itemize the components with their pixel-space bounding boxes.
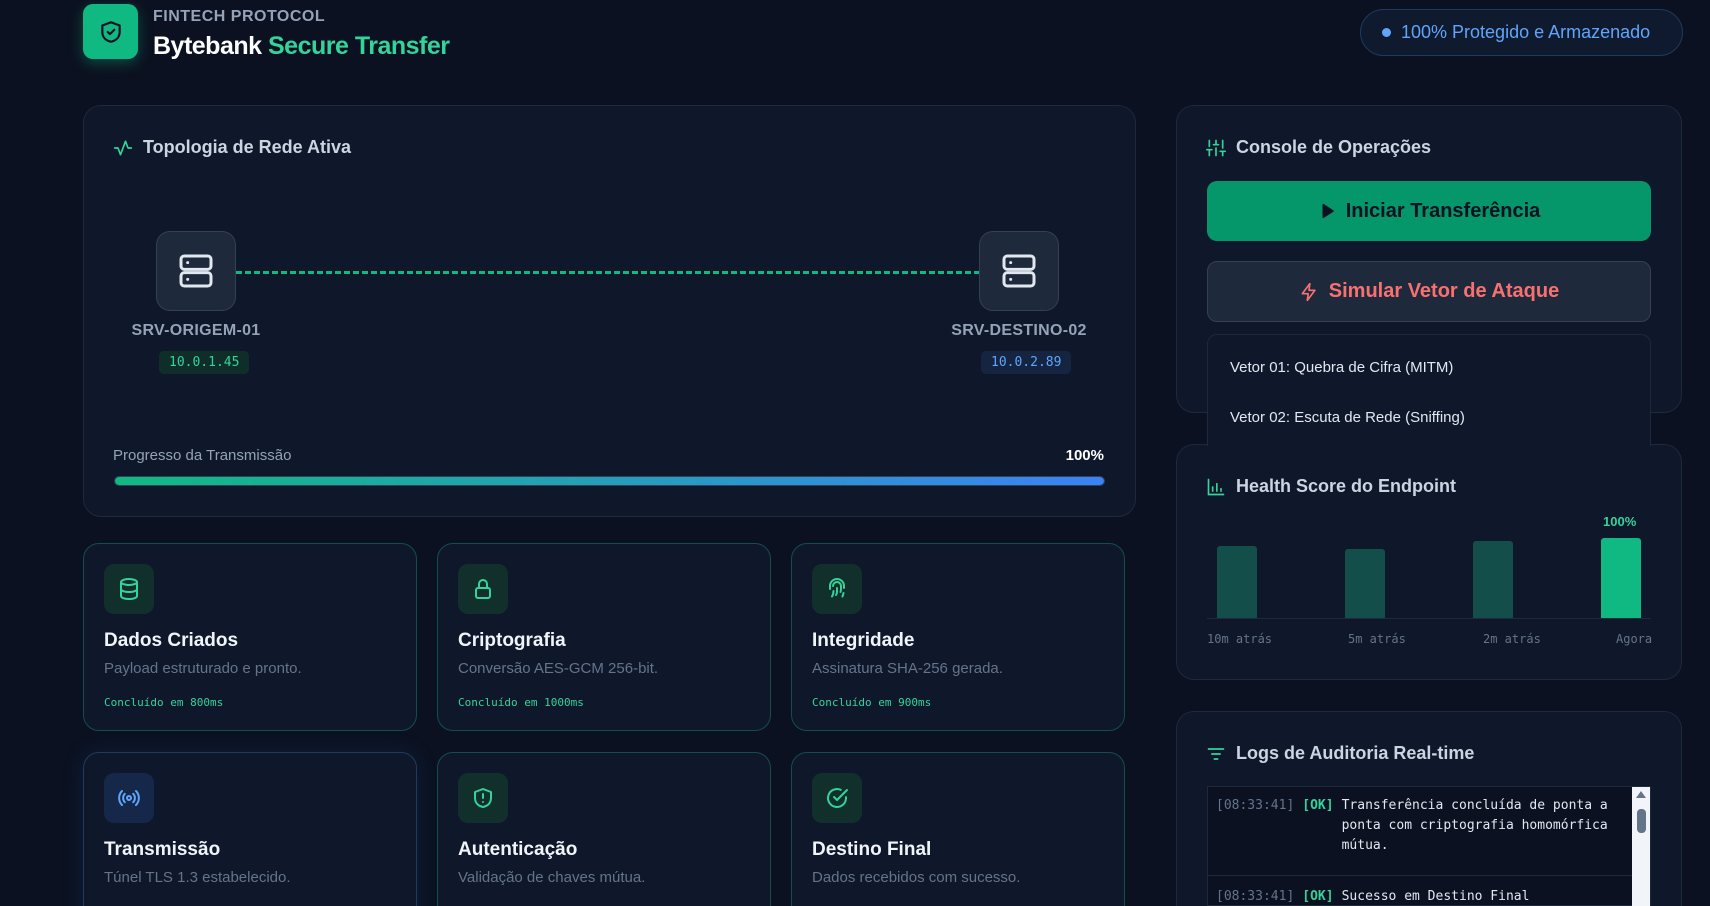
destination-server-node[interactable] bbox=[979, 231, 1059, 311]
stage-card-5: Autenticação Validação de chaves mútua. bbox=[437, 752, 771, 906]
scroll-up-icon[interactable] bbox=[1636, 791, 1646, 798]
log-tag: [OK] bbox=[1302, 798, 1334, 813]
origin-ip-badge: 10.0.1.45 bbox=[159, 351, 250, 374]
play-icon bbox=[1322, 203, 1334, 219]
log-entry: [08:33:41] [OK] Sucesso em Destino Final bbox=[1216, 887, 1614, 905]
destination-ip-badge: 10.0.2.89 bbox=[981, 351, 1072, 374]
server-icon bbox=[179, 254, 213, 288]
broadcast-icon bbox=[118, 790, 140, 806]
activity-icon bbox=[113, 140, 133, 155]
health-bar bbox=[1217, 546, 1257, 618]
shield-check-icon bbox=[100, 20, 121, 43]
progress-label: Progresso da Transmissão bbox=[113, 447, 292, 464]
card-description: Payload estruturado e pronto. bbox=[104, 660, 302, 677]
card-icon-box bbox=[458, 564, 508, 614]
card-description: Conversão AES-GCM 256-bit. bbox=[458, 660, 659, 677]
origin-server-name: SRV-ORIGEM-01 bbox=[131, 322, 261, 339]
brand-title-accent: Secure Transfer bbox=[268, 32, 450, 60]
log-message: Transferência concluída de ponta a ponta… bbox=[1341, 798, 1608, 853]
topology-title: Topologia de Rede Ativa bbox=[113, 137, 351, 158]
console-title: Console de Operações bbox=[1206, 137, 1431, 158]
attack-vector-menu: Vetor 01: Quebra de Cifra (MITM) Vetor 0… bbox=[1207, 334, 1651, 446]
network-link-line bbox=[236, 271, 980, 274]
status-badge: 100% Protegido e Armazenado bbox=[1360, 9, 1683, 56]
health-bar bbox=[1473, 541, 1513, 618]
log-entry: [08:33:41] [OK] Transferência concluída … bbox=[1216, 796, 1614, 856]
health-bar-label: Agora bbox=[1616, 632, 1653, 646]
card-title: Dados Criados bbox=[104, 630, 239, 651]
status-dot-icon bbox=[1382, 28, 1391, 37]
log-time: [08:33:41] bbox=[1216, 798, 1295, 813]
progress-bar bbox=[114, 476, 1105, 486]
health-title: Health Score do Endpoint bbox=[1206, 476, 1456, 497]
zap-icon bbox=[1301, 282, 1316, 301]
card-icon-box bbox=[812, 564, 862, 614]
card-title: Integridade bbox=[812, 630, 915, 651]
status-text: 100% Protegido e Armazenado bbox=[1401, 22, 1651, 42]
fingerprint-icon bbox=[829, 578, 845, 598]
shield-alert-icon bbox=[474, 788, 492, 808]
card-description: Validação de chaves mútua. bbox=[458, 869, 646, 886]
log-message: Sucesso em Destino Final bbox=[1341, 889, 1530, 904]
card-description: Túnel TLS 1.3 estabelecido. bbox=[104, 869, 291, 886]
attack-option-mitm[interactable]: Vetor 01: Quebra de Cifra (MITM) bbox=[1230, 359, 1453, 376]
card-icon-box bbox=[458, 773, 508, 823]
card-description: Dados recebidos com sucesso. bbox=[812, 869, 1021, 886]
card-status: Concluído em 900ms bbox=[812, 696, 932, 709]
start-transfer-button[interactable]: Iniciar Transferência bbox=[1207, 181, 1651, 241]
health-bar-label: 5m atrás bbox=[1348, 632, 1406, 646]
chart-baseline bbox=[1207, 618, 1651, 619]
check-circle-icon bbox=[827, 788, 848, 808]
card-status: Concluído em 1000ms bbox=[458, 696, 584, 709]
brand-title-main: Bytebank bbox=[153, 32, 262, 60]
attack-option-sniffing[interactable]: Vetor 02: Escuta de Rede (Sniffing) bbox=[1230, 409, 1465, 426]
brand-title: Bytebank Secure Transfer bbox=[153, 32, 450, 61]
brand-subtitle: FINTECH PROTOCOL bbox=[153, 8, 326, 25]
card-status: Concluído em 800ms bbox=[104, 696, 224, 709]
card-title: Transmissão bbox=[104, 839, 221, 860]
health-bar-label: 10m atrás bbox=[1207, 632, 1273, 646]
log-time: [08:33:41] bbox=[1216, 889, 1295, 904]
progress-bar-fill bbox=[115, 477, 1104, 485]
lock-icon bbox=[475, 579, 491, 599]
card-title: Autenticação bbox=[458, 839, 578, 860]
origin-server-node[interactable] bbox=[156, 231, 236, 311]
card-icon-box bbox=[104, 564, 154, 614]
card-title: Destino Final bbox=[812, 839, 932, 860]
log-console: [08:33:41] [OK] Transferência concluída … bbox=[1207, 786, 1651, 906]
health-bar bbox=[1345, 549, 1385, 618]
scroll-thumb[interactable] bbox=[1637, 809, 1646, 833]
progress-value: 100% bbox=[1065, 447, 1104, 464]
simulate-attack-button[interactable]: Simular Vetor de Ataque bbox=[1207, 261, 1651, 322]
server-icon bbox=[1002, 254, 1036, 288]
log-tag: [OK] bbox=[1302, 889, 1334, 904]
card-description: Assinatura SHA-256 gerada. bbox=[812, 660, 1003, 677]
card-title: Criptografia bbox=[458, 630, 566, 651]
bar-chart-icon bbox=[1207, 478, 1225, 495]
logo bbox=[83, 4, 138, 59]
destination-server-name: SRV-DESTINO-02 bbox=[951, 322, 1087, 339]
stage-card-3: Integridade Assinatura SHA-256 gerada. C… bbox=[791, 543, 1125, 731]
log-scrollbar[interactable] bbox=[1632, 787, 1650, 906]
sliders-icon bbox=[1206, 139, 1226, 156]
health-current-value: 100% bbox=[1603, 514, 1637, 529]
stage-card-4: Transmissão Túnel TLS 1.3 estabelecido. bbox=[83, 752, 417, 906]
card-icon-box bbox=[812, 773, 862, 823]
stage-card-1: Dados Criados Payload estruturado e pron… bbox=[83, 543, 417, 731]
stage-card-6: Destino Final Dados recebidos com sucess… bbox=[791, 752, 1125, 906]
log-divider bbox=[1208, 875, 1634, 876]
health-bar-label: 2m atrás bbox=[1483, 632, 1541, 646]
stage-card-2: Criptografia Conversão AES-GCM 256-bit. … bbox=[437, 543, 771, 731]
health-bar bbox=[1601, 538, 1641, 618]
database-icon bbox=[120, 578, 138, 600]
logs-title: Logs de Auditoria Real-time bbox=[1206, 743, 1474, 764]
filter-icon bbox=[1207, 747, 1225, 760]
card-icon-box bbox=[104, 773, 154, 823]
